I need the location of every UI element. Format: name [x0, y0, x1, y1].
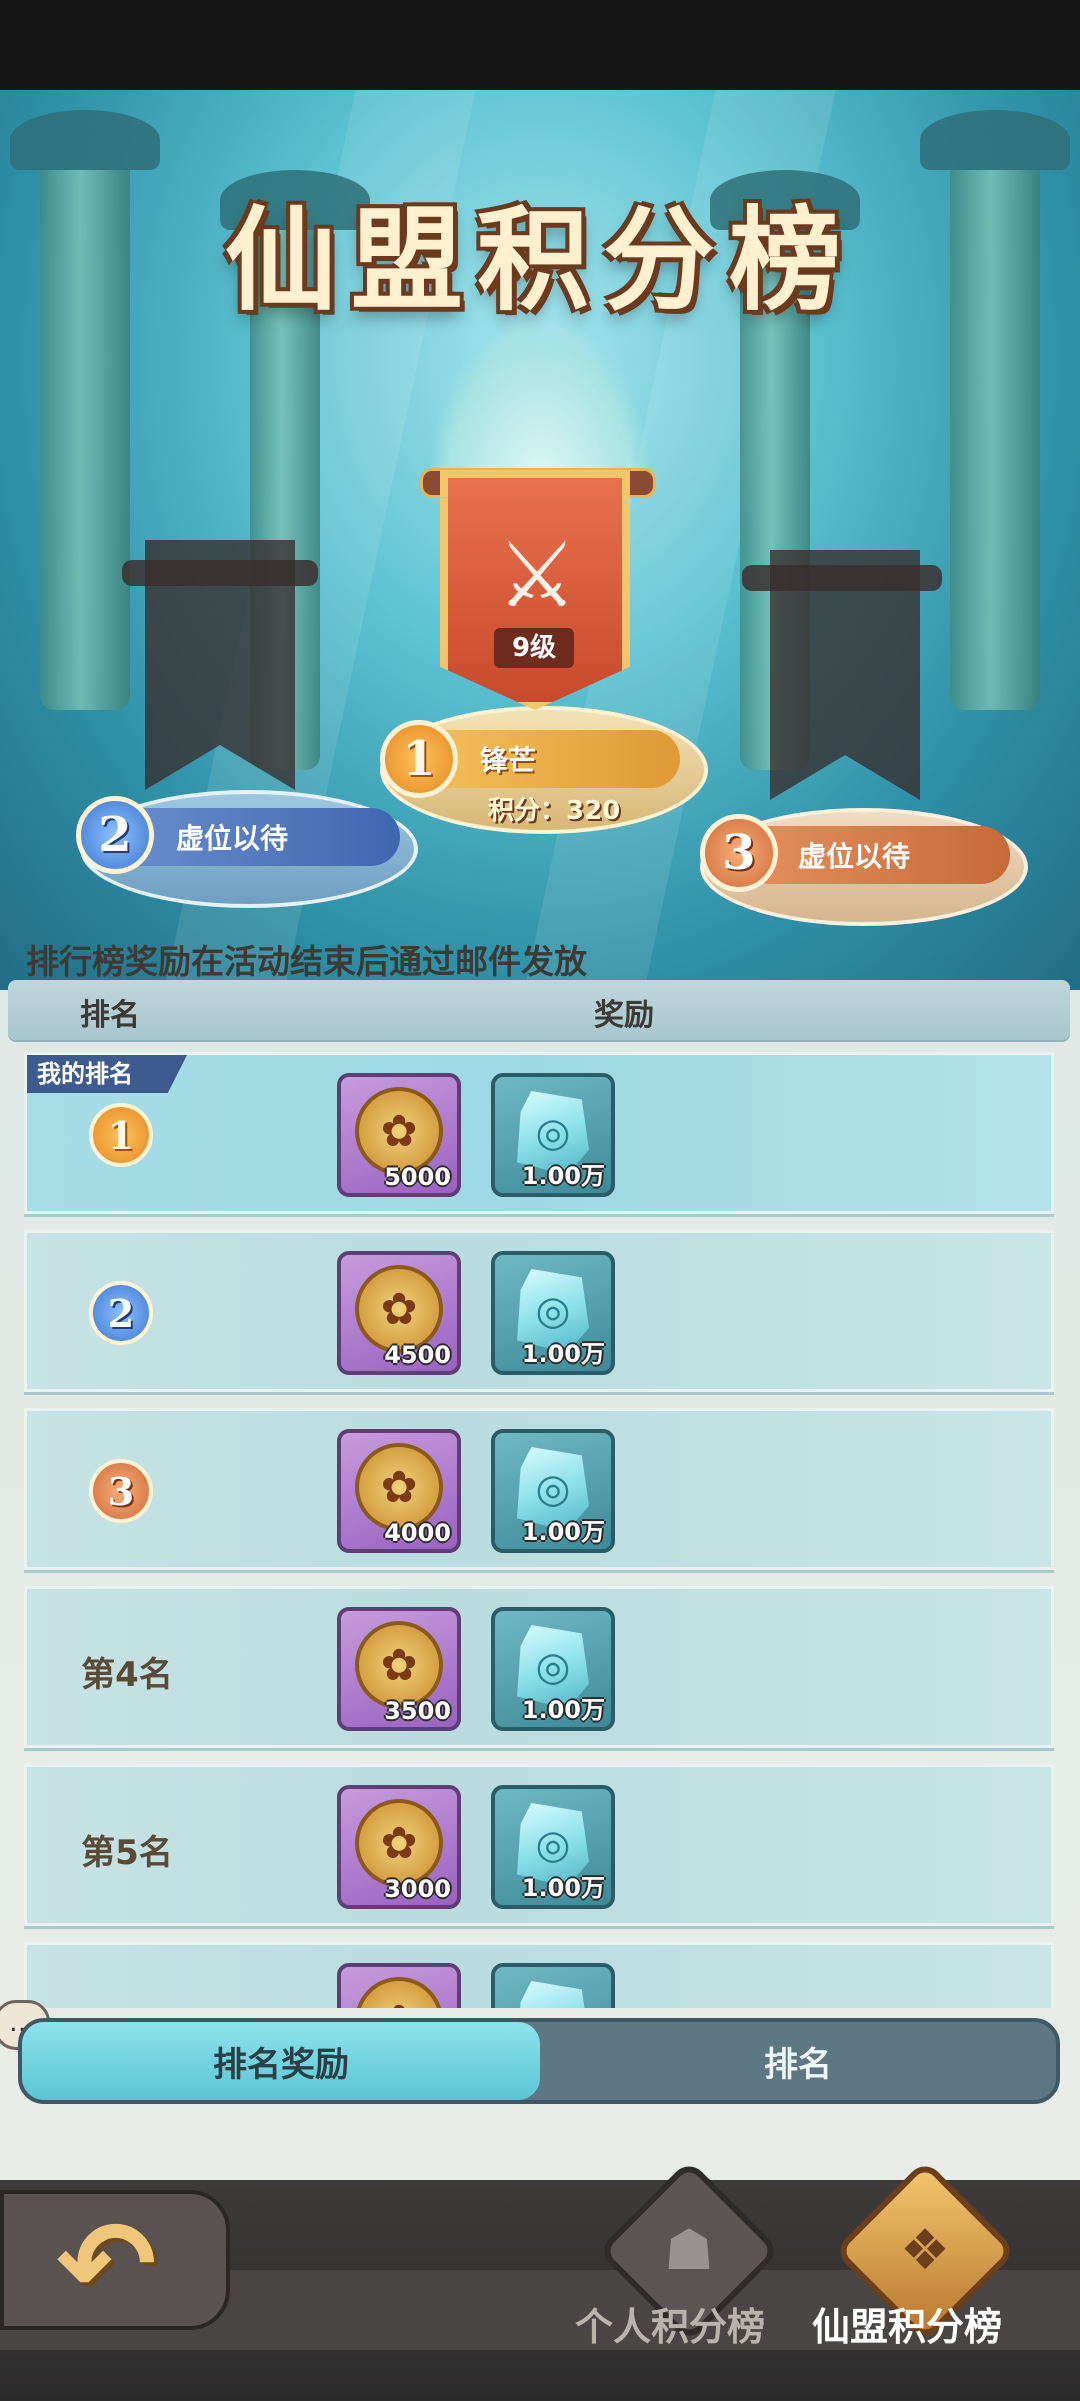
- status-bar: [0, 0, 1080, 90]
- table-row: 2 ✿ 4500 ◎ 1.00万: [24, 1230, 1054, 1392]
- reward-list[interactable]: 我的排名 1 ✿ 5000 ◎ 1.00万 2 ✿ 4500 ◎ 1.00万 3 ✿ 40…: [0, 1050, 1080, 2008]
- gem-reward[interactable]: ◎ 1.00万: [491, 1607, 615, 1731]
- table-row: 第5名 ✿ 3000 ◎ 1.00万: [24, 1764, 1054, 1926]
- table-row: 3 ✿ 4000 ◎ 1.00万: [24, 1408, 1054, 1570]
- alliance-ranking-label[interactable]: 仙盟积分榜: [812, 2296, 1002, 2351]
- rank2-medal-icon: 2: [76, 796, 154, 874]
- rank-number: 3: [107, 1468, 135, 1514]
- coin-reward[interactable]: ✿ 4000: [337, 1429, 461, 1553]
- table-row: 第4名 ✿ 3500 ◎ 1.00万: [24, 1586, 1054, 1748]
- coin-qty: 4500: [384, 1341, 451, 1369]
- gem-reward[interactable]: ◎ 1.00万: [491, 1785, 615, 1909]
- rank-number: 2: [107, 1290, 135, 1336]
- gem-qty: 1.00万: [521, 1340, 605, 1368]
- gem-reward[interactable]: ◎ 1.00万: [491, 1429, 615, 1553]
- rank2-number: 2: [98, 807, 132, 863]
- personal-ranking-label[interactable]: 个人积分榜: [575, 2296, 765, 2351]
- gem-qty: 1.00万: [521, 1518, 605, 1546]
- gem-qty: 1.00万: [521, 1874, 605, 1902]
- rank3-name: 虚位以待: [798, 840, 911, 873]
- rank-medal-icon: 3: [89, 1459, 153, 1523]
- coin-icon: ✿: [355, 1621, 443, 1709]
- table-header: 排名 奖励: [8, 980, 1070, 1040]
- reward-notice: 排行榜奖励在活动结束后通过邮件发放: [26, 942, 587, 981]
- coin-icon: ✿: [355, 1799, 443, 1887]
- table-row: 我的排名 1 ✿ 5000 ◎ 1.00万: [24, 1052, 1054, 1214]
- spirit-stone-icon: ◎: [517, 1981, 589, 2008]
- coin-reward[interactable]: ✿: [337, 1963, 461, 2008]
- rank-medal-icon: 2: [89, 1281, 153, 1345]
- rank1-number: 1: [402, 731, 436, 787]
- coin-reward[interactable]: ✿ 3000: [337, 1785, 461, 1909]
- gem-qty: 1.00万: [521, 1162, 605, 1190]
- coin-icon: ✿: [355, 1265, 443, 1353]
- header-rank: 排名: [80, 998, 140, 1033]
- tab-bar: 排名奖励 排名: [18, 2018, 1060, 2104]
- coin-qty: 4000: [384, 1519, 451, 1547]
- coin-reward[interactable]: ✿ 3500: [337, 1607, 461, 1731]
- person-icon: ☗: [663, 2218, 715, 2283]
- gem-reward[interactable]: ◎: [491, 1963, 615, 2008]
- coin-qty: 5000: [384, 1163, 451, 1191]
- page-title: 仙盟积分榜: [225, 195, 855, 326]
- rank3-medal-icon: 3: [700, 814, 778, 892]
- back-arrow-icon: ↶: [56, 2196, 157, 2335]
- my-rank-tag: 我的排名: [27, 1055, 187, 1093]
- rank3-name-plate: 虚位以待: [740, 826, 1010, 884]
- coin-icon: ✿: [355, 1977, 443, 2008]
- coin-reward[interactable]: ✿ 4500: [337, 1251, 461, 1375]
- coin-qty: 3500: [384, 1697, 451, 1725]
- rank1-score: 积分：320: [488, 796, 621, 826]
- rank-number: 1: [107, 1112, 135, 1158]
- shell-decoration: [430, 320, 650, 490]
- header-reward: 奖励: [594, 998, 654, 1033]
- coin-icon: ✿: [355, 1443, 443, 1531]
- alliance-level: 9级: [494, 628, 574, 668]
- gem-reward[interactable]: ◎ 1.00万: [491, 1073, 615, 1197]
- rank-label: 第4名: [81, 1655, 173, 1695]
- rank3-number: 3: [722, 825, 756, 881]
- gem-reward[interactable]: ◎ 1.00万: [491, 1251, 615, 1375]
- sword-emblem-icon: ⚔: [496, 522, 578, 628]
- table-row: ✿ ◎: [24, 1942, 1054, 2008]
- rank-medal-icon: 1: [89, 1103, 153, 1167]
- tab-ranking[interactable]: 排名: [540, 2022, 1056, 2100]
- tab-rank-rewards[interactable]: 排名奖励: [22, 2022, 540, 2100]
- gem-qty: 1.00万: [521, 1696, 605, 1724]
- coin-reward[interactable]: ✿ 5000: [337, 1073, 461, 1197]
- coin-icon: ✿: [355, 1087, 443, 1175]
- coin-qty: 3000: [384, 1875, 451, 1903]
- alliance-emblem-icon: ❖: [899, 2218, 951, 2283]
- rank2-name: 虚位以待: [176, 822, 289, 855]
- rank1-medal-icon: 1: [380, 720, 458, 798]
- rank-label: 第5名: [81, 1833, 173, 1873]
- rank1-name: 锋芒: [480, 744, 537, 777]
